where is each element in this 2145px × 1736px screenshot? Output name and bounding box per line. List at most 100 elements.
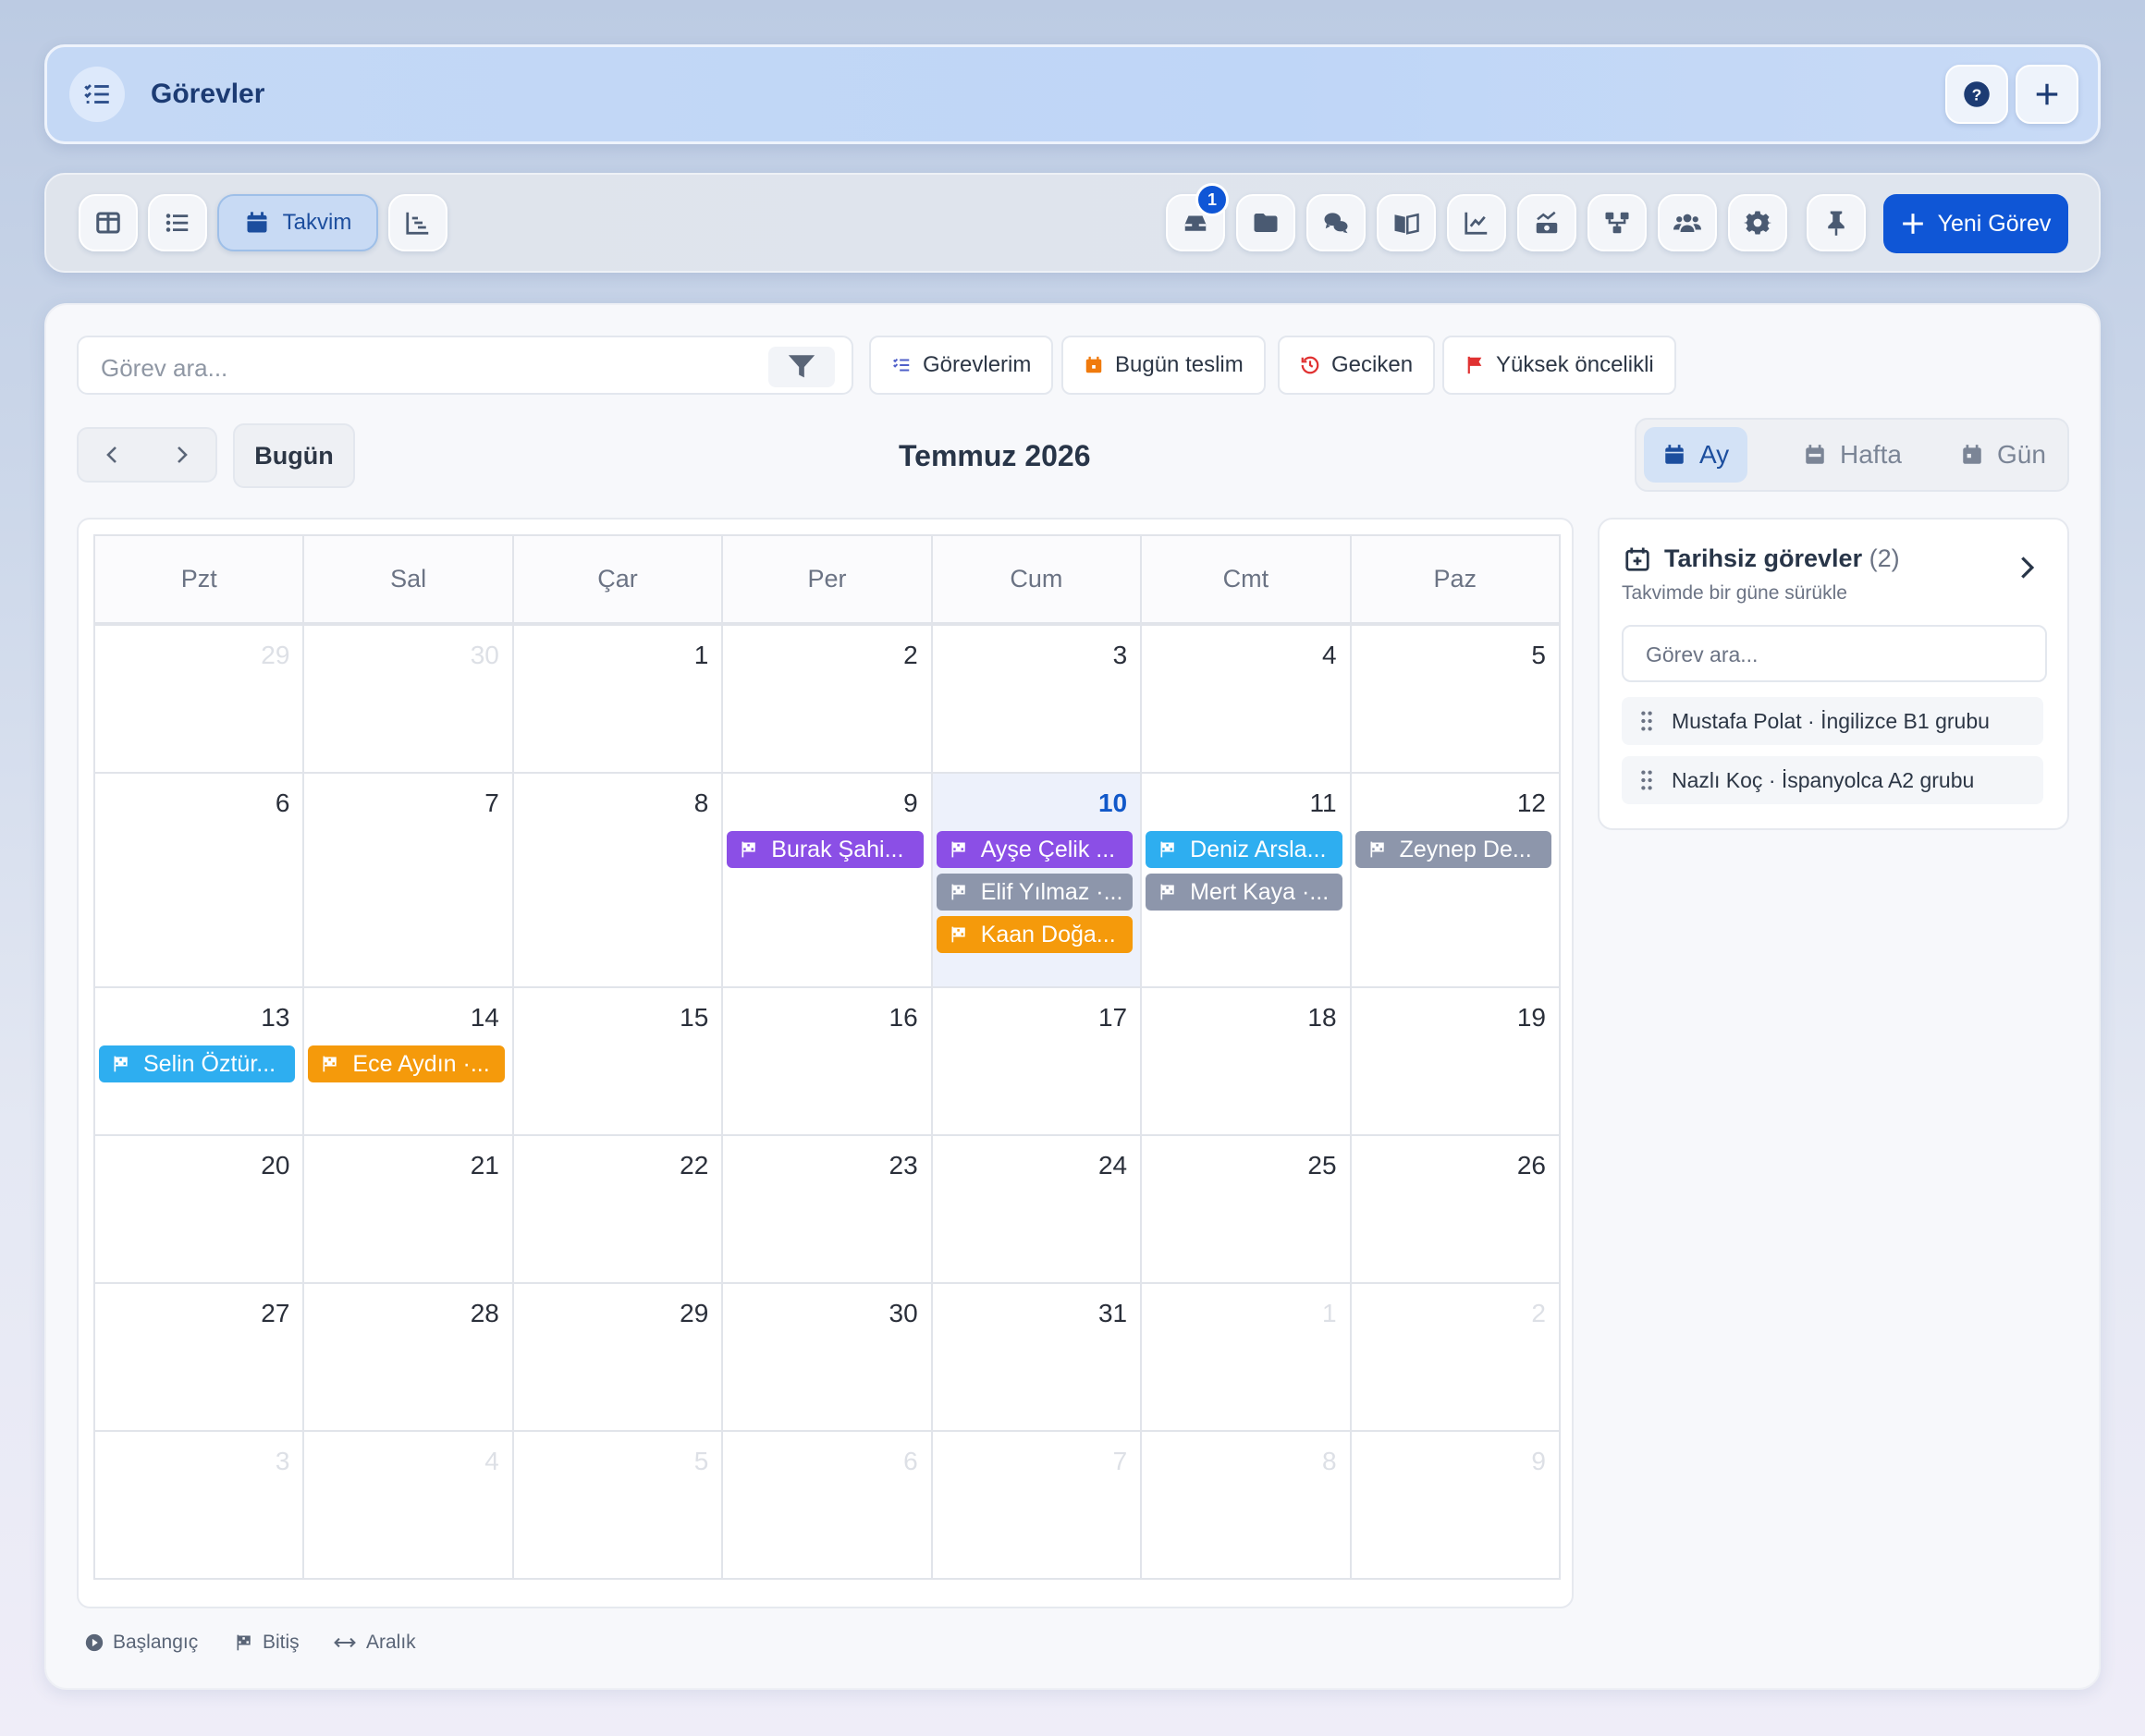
- day-cell[interactable]: 2: [723, 626, 933, 774]
- legend-range-label: Aralık: [366, 1632, 416, 1653]
- sitemap-icon: [1605, 212, 1629, 234]
- undated-task-item[interactable]: Nazlı Koç · İspanyolca A2 grubu: [1622, 756, 2043, 804]
- day-cell[interactable]: 7: [932, 1432, 1143, 1580]
- month-view-tab[interactable]: Ay: [1644, 427, 1748, 483]
- chip-high-priority[interactable]: Yüksek öncelikli: [1442, 336, 1676, 395]
- day-cell[interactable]: 24: [932, 1136, 1143, 1284]
- day-cell[interactable]: 5: [513, 1432, 724, 1580]
- list-view-button[interactable]: [148, 194, 207, 251]
- day-cell[interactable]: 13 Selin Öztür...: [95, 988, 305, 1136]
- timeline-view-button[interactable]: [388, 194, 447, 251]
- calendar-event[interactable]: Deniz Arsla...: [1146, 831, 1342, 868]
- calendar-view-label: Takvim: [282, 210, 352, 235]
- calendar-event[interactable]: Burak Şahi...: [727, 831, 924, 868]
- board-view-button[interactable]: [79, 194, 138, 251]
- undated-tasks-panel: Tarihsiz görevler (2) Takvimde bir güne …: [1598, 518, 2069, 830]
- calendar-event[interactable]: Kaan Doğa...: [936, 916, 1134, 953]
- add-button[interactable]: [2016, 65, 2078, 124]
- day-cell[interactable]: 20: [95, 1136, 305, 1284]
- calendar-event[interactable]: Ayşe Çelik ...: [936, 831, 1134, 868]
- day-cell[interactable]: 7: [304, 774, 514, 988]
- day-cell-today[interactable]: 10 Ayşe Çelik ... Elif Yılmaz ·... Kaan Doğ…: [932, 774, 1143, 988]
- day-cell[interactable]: 3: [932, 626, 1143, 774]
- day-cell[interactable]: 15: [513, 988, 724, 1136]
- day-cell[interactable]: 26: [1351, 1136, 1561, 1284]
- day-cell[interactable]: 25: [1142, 1136, 1352, 1284]
- day-cell[interactable]: 23: [723, 1136, 933, 1284]
- day-cell[interactable]: 30: [304, 626, 514, 774]
- workflow-button[interactable]: [1587, 194, 1647, 251]
- day-cell[interactable]: 8: [513, 774, 724, 988]
- day-cell[interactable]: 28: [304, 1284, 514, 1432]
- event-label: Deniz Arsla...: [1190, 836, 1327, 862]
- undated-task-item[interactable]: Mustafa Polat · İngilizce B1 grubu: [1622, 697, 2043, 745]
- event-label: Mert Kaya ·...: [1190, 878, 1330, 905]
- day-cell[interactable]: 17: [932, 988, 1143, 1136]
- today-button[interactable]: Bugün: [233, 423, 355, 488]
- day-cell[interactable]: 1: [513, 626, 724, 774]
- day-number: 20: [261, 1151, 290, 1180]
- finance-button[interactable]: [1517, 194, 1576, 251]
- day-cell[interactable]: 4: [1142, 626, 1352, 774]
- chat-button[interactable]: [1306, 194, 1366, 251]
- day-cell[interactable]: 29: [513, 1284, 724, 1432]
- day-cell[interactable]: 12 Zeynep De...: [1351, 774, 1561, 988]
- day-number: 4: [484, 1447, 499, 1475]
- day-cell[interactable]: 8: [1142, 1432, 1352, 1580]
- calendar-event[interactable]: Mert Kaya ·...: [1146, 874, 1342, 911]
- book-button[interactable]: [1377, 194, 1436, 251]
- previous-month-button[interactable]: [79, 429, 147, 481]
- calendar-view-button[interactable]: Takvim: [217, 194, 378, 251]
- inbox-button[interactable]: 1: [1166, 183, 1229, 251]
- next-month-button[interactable]: [147, 429, 215, 481]
- chevron-right-icon: [178, 446, 188, 463]
- chip-due-today[interactable]: Bugün teslim: [1061, 336, 1266, 395]
- folder-button[interactable]: [1236, 194, 1295, 251]
- week-view-tab[interactable]: Hafta: [1784, 427, 1920, 483]
- calendar-event[interactable]: Ece Aydın ·...: [308, 1045, 505, 1082]
- chevron-right-icon[interactable]: [2014, 555, 2040, 581]
- day-cell[interactable]: 16: [723, 988, 933, 1136]
- day-number: 30: [889, 1299, 918, 1327]
- day-cell[interactable]: 19: [1351, 988, 1561, 1136]
- day-cell[interactable]: 14 Ece Aydın ·...: [304, 988, 514, 1136]
- day-cell[interactable]: 21: [304, 1136, 514, 1284]
- day-cell[interactable]: 5: [1351, 626, 1561, 774]
- undated-search-input[interactable]: Görev ara...: [1622, 625, 2047, 682]
- analytics-button[interactable]: [1447, 194, 1506, 251]
- day-cell[interactable]: 2: [1351, 1284, 1561, 1432]
- chip-overdue[interactable]: Geciken: [1278, 336, 1436, 395]
- new-task-label: Yeni Görev: [1937, 210, 2052, 237]
- calendar-event[interactable]: Zeynep De...: [1354, 831, 1551, 868]
- day-cell[interactable]: 22: [513, 1136, 724, 1284]
- day-cell[interactable]: 30: [723, 1284, 933, 1432]
- filter-button[interactable]: [768, 347, 835, 387]
- day-cell[interactable]: 4: [304, 1432, 514, 1580]
- day-cell[interactable]: 18: [1142, 988, 1352, 1136]
- chip-my-tasks[interactable]: Görevlerim: [869, 336, 1054, 395]
- undated-tasks-title: Tarihsiz görevler (2): [1664, 544, 1900, 573]
- day-cell[interactable]: 3: [95, 1432, 305, 1580]
- day-view-tab[interactable]: Gün: [1942, 427, 2065, 483]
- calendar-event[interactable]: Elif Yılmaz ·...: [936, 874, 1134, 911]
- pin-button[interactable]: [1807, 194, 1866, 251]
- calendar-event[interactable]: Selin Öztür...: [99, 1045, 296, 1082]
- settings-button[interactable]: [1728, 194, 1787, 251]
- team-button[interactable]: [1658, 194, 1717, 251]
- day-number: 29: [261, 641, 290, 669]
- month-navigation: [77, 427, 217, 483]
- day-cell[interactable]: 9 Burak Şahi...: [723, 774, 933, 988]
- day-cell[interactable]: 1: [1142, 1284, 1352, 1432]
- day-cell[interactable]: 27: [95, 1284, 305, 1432]
- day-number: 7: [1112, 1447, 1128, 1475]
- day-cell[interactable]: 6: [95, 774, 305, 988]
- search-input[interactable]: Görev ara...: [77, 336, 853, 395]
- new-task-button[interactable]: Yeni Görev: [1883, 194, 2068, 253]
- day-cell[interactable]: 11 Deniz Arsla... Mert Kaya ·...: [1142, 774, 1352, 988]
- help-button[interactable]: ?: [1945, 65, 2008, 124]
- event-label: Ayşe Çelik ...: [980, 836, 1116, 862]
- day-cell[interactable]: 9: [1351, 1432, 1561, 1580]
- day-cell[interactable]: 6: [723, 1432, 933, 1580]
- day-cell[interactable]: 31: [932, 1284, 1143, 1432]
- day-cell[interactable]: 29: [95, 626, 305, 774]
